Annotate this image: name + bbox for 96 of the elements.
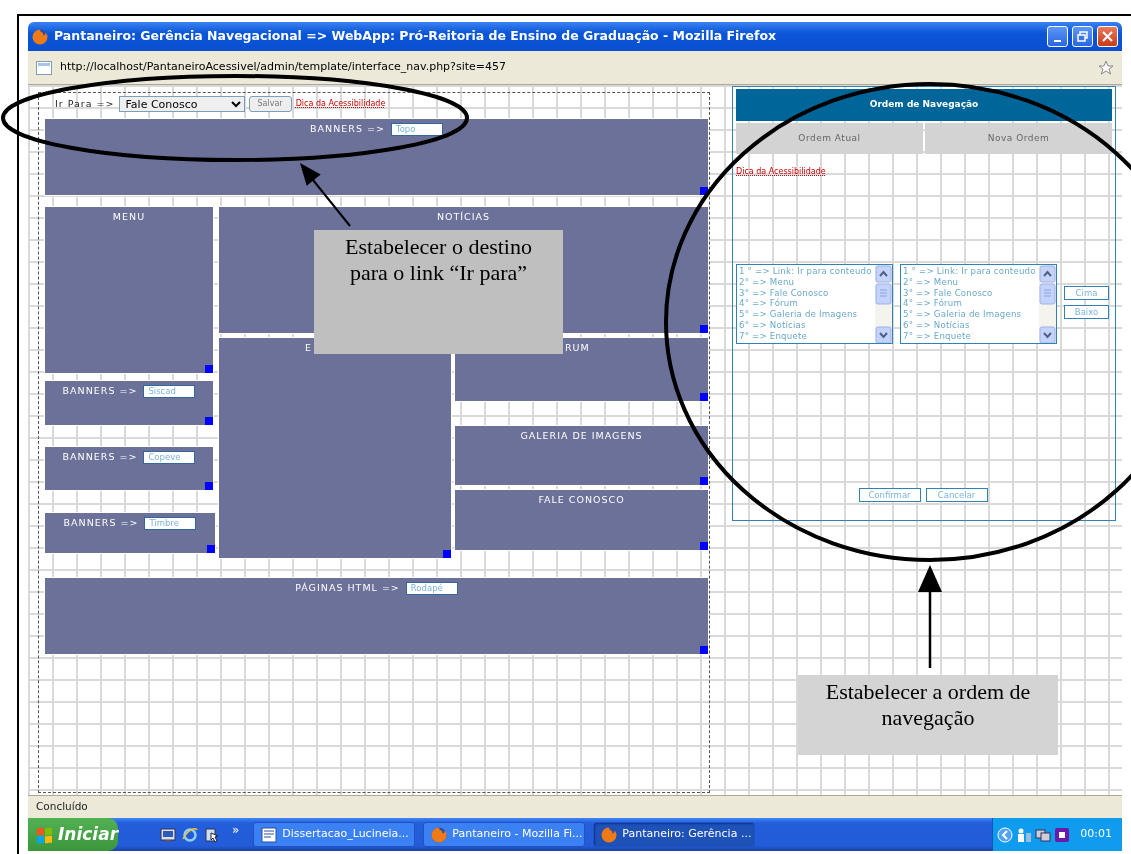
list-item[interactable]: 1 ° => Link: Ir para conteudo	[903, 266, 1037, 277]
block-title: E	[305, 341, 312, 355]
desktop-icon[interactable]	[160, 826, 176, 843]
restore-icon	[1077, 31, 1088, 42]
column-header: Nova Ordem	[925, 123, 1112, 154]
layout-block[interactable]: BANNERS => Timbre	[44, 512, 216, 554]
window-title: Pantaneiro: Gerência Navegacional => WebApp: Pró-Reitoria de Ensino de Graduação - Mozilla Firefox	[54, 27, 777, 46]
scrollbar[interactable]	[875, 265, 892, 343]
block-field[interactable]: Timbre	[144, 516, 197, 530]
list-item[interactable]: 1 ° => Link: Ir para conteudo	[739, 266, 873, 277]
list-item[interactable]: 7° => Enquete	[739, 330, 873, 342]
resize-handle[interactable]	[205, 417, 213, 425]
column-header: Ordem Atual	[736, 123, 923, 154]
list-item[interactable]: 3° => Fale Conosco	[903, 287, 1037, 299]
layout-block[interactable]: MENU	[44, 206, 214, 374]
scrollbar[interactable]	[1039, 265, 1056, 343]
block-field[interactable]: Rodapé	[405, 581, 458, 595]
clock-text: 00:01	[1080, 826, 1112, 843]
block-title: RUM	[565, 341, 590, 355]
layout-block[interactable]: BANNERS => Copeve	[44, 446, 214, 491]
block-title: MENU	[112, 210, 146, 224]
block-title: BANNERS =>	[62, 450, 138, 464]
list-item[interactable]: 4° => Fórum	[903, 298, 1037, 310]
app-tray-icon[interactable]	[1054, 826, 1070, 843]
block-title: GALERIA DE IMAGENS	[520, 429, 643, 443]
block-title: PÁGINAS HTML =>	[295, 581, 400, 595]
list-item[interactable]: 5° => Galeria de Imagens	[739, 309, 873, 320]
taskbar-button[interactable]: Dissertacao_Lucineia...	[253, 822, 416, 847]
firefox-icon	[32, 28, 48, 45]
form-button[interactable]: Confirmar	[858, 488, 921, 502]
taskbar-button[interactable]: Pantaneiro - Mozilla Fi...	[423, 822, 586, 847]
block-field[interactable]: Siscad	[143, 384, 196, 398]
close-button[interactable]	[1097, 26, 1118, 47]
resize-handle[interactable]	[700, 393, 708, 401]
layout-block[interactable]: GALERIA DE IMAGENS	[454, 425, 709, 486]
block-title: NOTÍCIAS	[436, 210, 491, 224]
resize-handle[interactable]	[700, 646, 708, 654]
save-button[interactable]: Salvar	[248, 96, 292, 112]
overflow-chevron[interactable]: »	[232, 820, 240, 839]
expand-tray-icon[interactable]	[997, 826, 1013, 843]
pointer-arrow	[300, 163, 351, 227]
annotation-tooltip: Estabelecer a ordem de navegação	[798, 675, 1058, 755]
resize-handle[interactable]	[205, 482, 213, 490]
document-icon	[261, 826, 278, 843]
minimize-icon	[1054, 39, 1061, 42]
goto-label: Ir Para =>	[55, 96, 115, 111]
list-item[interactable]: 6° => Notícias	[739, 320, 873, 331]
panel-header: Ordem de Navegação	[736, 89, 1112, 121]
order-listbox[interactable]: 1 ° => Link: Ir para conteudo 2° => Menu 3° => Fale Conosco 4° => Fórum 5° => Galeria de Imagens 6° => Notícias 7° => Enquete	[736, 264, 893, 344]
goto-select[interactable]: Fale Conosco	[118, 96, 245, 112]
block-title: FALE CONOSCO	[538, 493, 625, 507]
windows-flag-icon	[36, 825, 53, 844]
resize-handle[interactable]	[700, 187, 708, 195]
list-item[interactable]: 7° => Enquete	[903, 330, 1037, 342]
star-icon[interactable]	[1098, 59, 1114, 76]
restore-button[interactable]	[1072, 26, 1093, 47]
resize-handle[interactable]	[205, 365, 213, 373]
page-icon	[36, 60, 52, 75]
layout-block[interactable]: BANNERS => Siscad	[44, 380, 214, 426]
layout-block[interactable]: E	[218, 337, 452, 559]
list-item[interactable]: 4° => Fórum	[739, 298, 873, 310]
layout-block[interactable]: FALE CONOSCO	[454, 489, 709, 551]
move-button[interactable]: Cima	[1064, 286, 1109, 300]
resize-handle[interactable]	[700, 542, 708, 550]
resize-handle[interactable]	[700, 477, 708, 485]
network-users-icon[interactable]	[1016, 826, 1032, 843]
firefox-icon	[431, 826, 448, 843]
close-icon	[1102, 31, 1113, 42]
tip-link[interactable]: Dica da Acessibilidade	[295, 98, 386, 110]
move-button[interactable]: Baixo	[1064, 305, 1109, 319]
taskbar-button[interactable]: Pantaneiro: Gerência ...	[593, 822, 756, 847]
layout-block[interactable]: PÁGINAS HTML => Rodapé	[44, 577, 709, 655]
list-item[interactable]: 5° => Galeria de Imagens	[903, 309, 1037, 320]
resize-handle[interactable]	[443, 550, 451, 558]
status-text: Concluído	[36, 799, 88, 815]
network-icon[interactable]	[1035, 826, 1051, 843]
block-field[interactable]: Copeve	[143, 450, 196, 464]
resize-handle[interactable]	[700, 325, 708, 333]
block-title: BANNERS =>	[310, 122, 385, 136]
order-listbox[interactable]: 1 ° => Link: Ir para conteudo 2° => Menu 3° => Fale Conosco 4° => Fórum 5° => Galeria de Imagens 6° => Notícias 7° => Enquete	[900, 264, 1057, 344]
minimize-button[interactable]	[1047, 26, 1068, 47]
list-item[interactable]: 3° => Fale Conosco	[739, 287, 873, 299]
list-item[interactable]: 2° => Menu	[739, 276, 873, 288]
block-title: BANNERS =>	[62, 384, 138, 398]
browser-icon[interactable]	[182, 826, 198, 843]
layout-block[interactable]: BANNERS => Topo	[44, 118, 709, 196]
form-button[interactable]: Cancelar	[925, 488, 988, 502]
annotation-tooltip: Estabelecer o destino para o link “Ir para”	[314, 230, 563, 354]
block-field[interactable]: Topo	[390, 122, 443, 136]
list-item[interactable]: 2° => Menu	[903, 276, 1037, 288]
block-title: BANNERS =>	[63, 516, 139, 530]
firefox-icon	[601, 826, 618, 843]
tip-link[interactable]: Dica da Acessibilidade	[736, 166, 826, 178]
resize-handle[interactable]	[207, 545, 215, 553]
window-switch-icon[interactable]	[204, 826, 220, 843]
list-item[interactable]: 6° => Notícias	[903, 320, 1037, 331]
